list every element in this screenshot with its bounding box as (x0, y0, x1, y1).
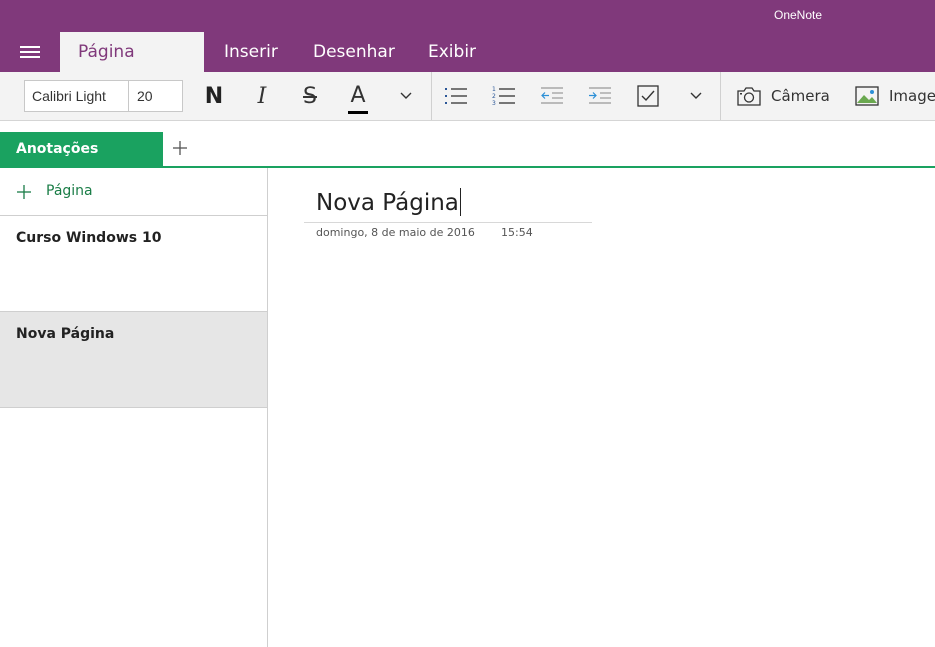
image-button[interactable]: Imagem (855, 80, 935, 112)
page-canvas[interactable]: Nova Página domingo, 8 de maio de 2016 1… (268, 168, 935, 647)
bold-button[interactable]: N (197, 80, 231, 112)
page-item-title: Curso Windows 10 (16, 230, 162, 246)
camera-icon (737, 87, 761, 106)
image-label: Imagem (889, 87, 935, 105)
italic-button[interactable]: I (245, 80, 279, 112)
more-formatting-button[interactable] (389, 80, 423, 112)
page-item-nova-pagina[interactable]: Nova Página (0, 312, 267, 408)
ribbon-divider (720, 72, 721, 120)
add-page-label: Página (46, 183, 93, 199)
italic-icon: I (257, 83, 267, 109)
title-bar: OneNote Página Inicial Inserir Desenhar … (0, 0, 935, 102)
page-item-curso-windows-10[interactable]: Curso Windows 10 (0, 216, 267, 312)
font-picker: Calibri Light 20 (24, 80, 183, 112)
tab-exibir[interactable]: Exibir (410, 32, 494, 72)
bold-icon: N (204, 83, 224, 109)
tab-desenhar[interactable]: Desenhar (295, 32, 413, 72)
font-size-field[interactable]: 20 (129, 81, 182, 111)
picture-icon (855, 86, 879, 106)
svg-text:1: 1 (492, 86, 496, 93)
increase-indent-button[interactable] (583, 80, 617, 112)
camera-button[interactable]: Câmera (737, 80, 830, 112)
page-item-title: Nova Página (16, 326, 115, 342)
plus-icon (17, 185, 31, 199)
page-list: Página Curso Windows 10 Nova Página (0, 168, 268, 647)
outdent-icon (541, 87, 563, 104)
checkbox-icon (637, 85, 659, 107)
section-bar: Anotações Rápidas (0, 121, 935, 191)
todo-tag-button[interactable] (631, 80, 665, 112)
hamburger-menu-icon[interactable] (12, 38, 48, 66)
more-tags-button[interactable] (679, 80, 713, 112)
page-title-field[interactable]: Nova Página (316, 188, 461, 216)
page-date: domingo, 8 de maio de 2016 (316, 226, 475, 239)
decrease-indent-button[interactable] (535, 80, 569, 112)
ribbon-divider (431, 72, 432, 120)
text-caret (459, 188, 461, 216)
add-section-button[interactable] (170, 138, 190, 158)
strikethrough-icon: S (303, 83, 317, 109)
add-page-button[interactable]: Página (0, 168, 267, 216)
indent-icon (589, 87, 611, 104)
chevron-down-icon (690, 92, 702, 99)
numbered-list-icon: 1 2 3 (492, 86, 515, 107)
font-color-button[interactable]: A (341, 80, 375, 114)
bulleted-list-icon (445, 88, 467, 104)
chevron-down-icon (400, 92, 412, 99)
app-title: OneNote (774, 8, 823, 22)
svg-text:2: 2 (492, 93, 496, 100)
page-time: 15:54 (501, 226, 533, 239)
tab-inserir[interactable]: Inserir (206, 32, 296, 72)
font-name-field[interactable]: Calibri Light (25, 81, 129, 111)
font-color-icon: A (348, 84, 368, 114)
title-underline (304, 222, 592, 223)
section-tab-anotacoes-rapidas[interactable]: Anotações Rápidas (0, 132, 163, 191)
numbered-list-button[interactable]: 1 2 3 (487, 80, 521, 112)
strikethrough-button[interactable]: S (293, 80, 327, 112)
camera-label: Câmera (771, 87, 830, 105)
tab-pagina-inicial[interactable]: Página Inicial (60, 32, 204, 102)
svg-text:3: 3 (492, 100, 496, 107)
ribbon-toolbar: Calibri Light 20 N I S A 1 2 3 Câmera Im… (0, 72, 935, 121)
plus-icon (173, 141, 187, 155)
bullets-button[interactable] (439, 80, 473, 112)
